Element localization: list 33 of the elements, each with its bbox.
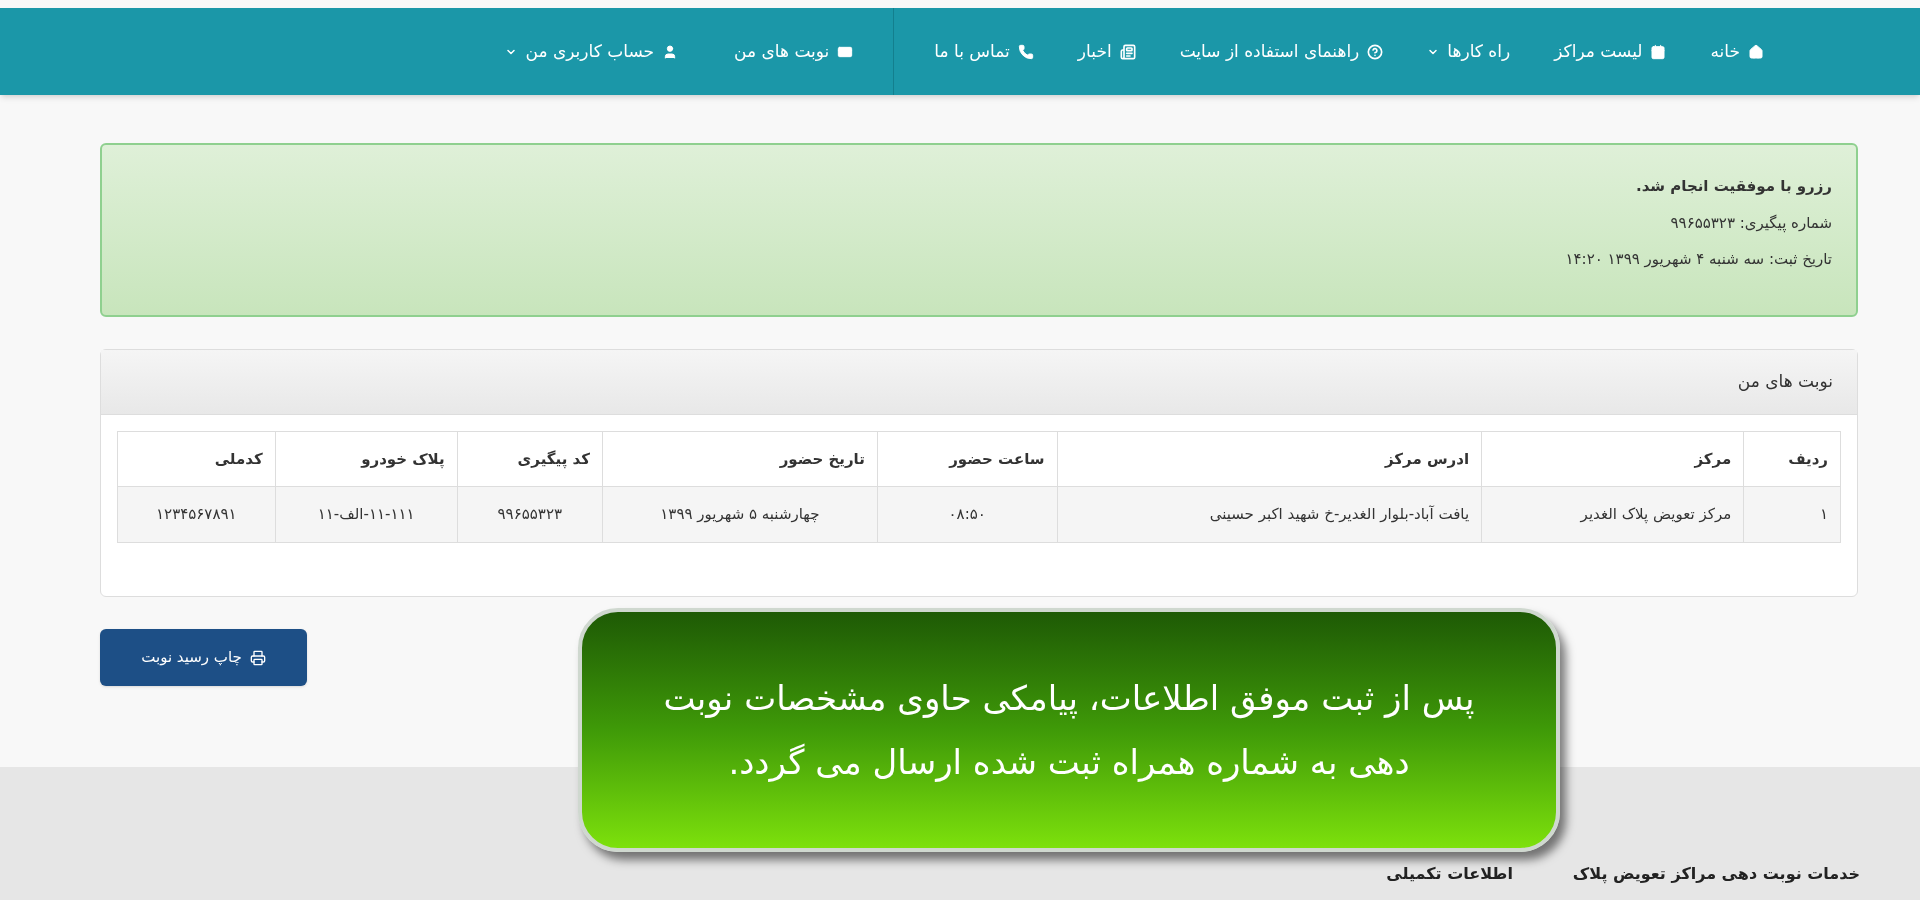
nav-link[interactable]: اخبار	[1061, 30, 1152, 73]
column-header: ادرس مرکز	[1057, 431, 1482, 487]
table-cell: ۱	[1743, 486, 1841, 543]
footer-heading: اطلاعات تکمیلی	[1386, 863, 1513, 885]
column-header: پلاک خودرو	[275, 431, 458, 487]
caption-text: دهی به شماره همراه ثبت شده ارسال می گردد.	[728, 741, 1410, 784]
table-cell: ۱۱-۱۱۱-الف-۱۱	[275, 486, 458, 543]
panel-title: نوبت های من	[1737, 370, 1833, 394]
nav-link[interactable]: تماس با ما	[918, 30, 1050, 73]
column-header: ردیف	[1743, 431, 1841, 487]
column-header: کد پیگیری	[457, 431, 603, 487]
column-header: مرکز	[1481, 431, 1744, 487]
nav-link[interactable]: راه کارها	[1411, 30, 1527, 73]
alert-text: شماره پیگیری: ۹۹۶۵۵۳۲۳	[1669, 212, 1832, 234]
nav-link[interactable]: راهنمای استفاده از سایت	[1163, 30, 1400, 73]
column-header: تاریخ حضور	[602, 431, 878, 487]
caption-text: پس از ثبت موفق اطلاعات، پیامکی حاوی مشخصات نوبت	[663, 676, 1475, 719]
nav-link[interactable]: خانه	[1694, 30, 1780, 73]
column-header: ساعت حضور	[877, 431, 1058, 487]
table-cell: ۰۸:۵۰	[877, 486, 1058, 543]
alert-title: رزرو با موفقیت انجام شد.	[1634, 176, 1832, 197]
table-cell: یافت آباد-بلوار الغدیر-خ شهید اکبر حسینی	[1057, 486, 1482, 543]
alert-text: تاریخ ثبت: سه شنبه ۴ شهریور ۱۳۹۹ ۱۴:۲۰	[1564, 249, 1832, 270]
print-button[interactable]: چاپ رسید نوبت	[100, 629, 307, 686]
footer-heading: خدمات نوبت دهی مراکز تعویض پلاک	[1572, 863, 1860, 886]
table-cell: مرکز تعویض پلاک الغدیر	[1481, 486, 1744, 543]
table-cell: چهارشنبه ۵ شهریور ۱۳۹۹	[602, 486, 878, 543]
table-cell: ۱۲۳۴۵۶۷۸۹۱	[117, 486, 276, 543]
nav-link[interactable]: نوبت های من	[718, 30, 870, 73]
nav-link[interactable]: لیست مراکز	[1538, 30, 1683, 73]
column-header: کدملی	[117, 431, 276, 487]
nav-link[interactable]: حساب کاربری من	[489, 30, 695, 73]
table-cell: ۹۹۶۵۵۳۲۳	[457, 486, 603, 543]
